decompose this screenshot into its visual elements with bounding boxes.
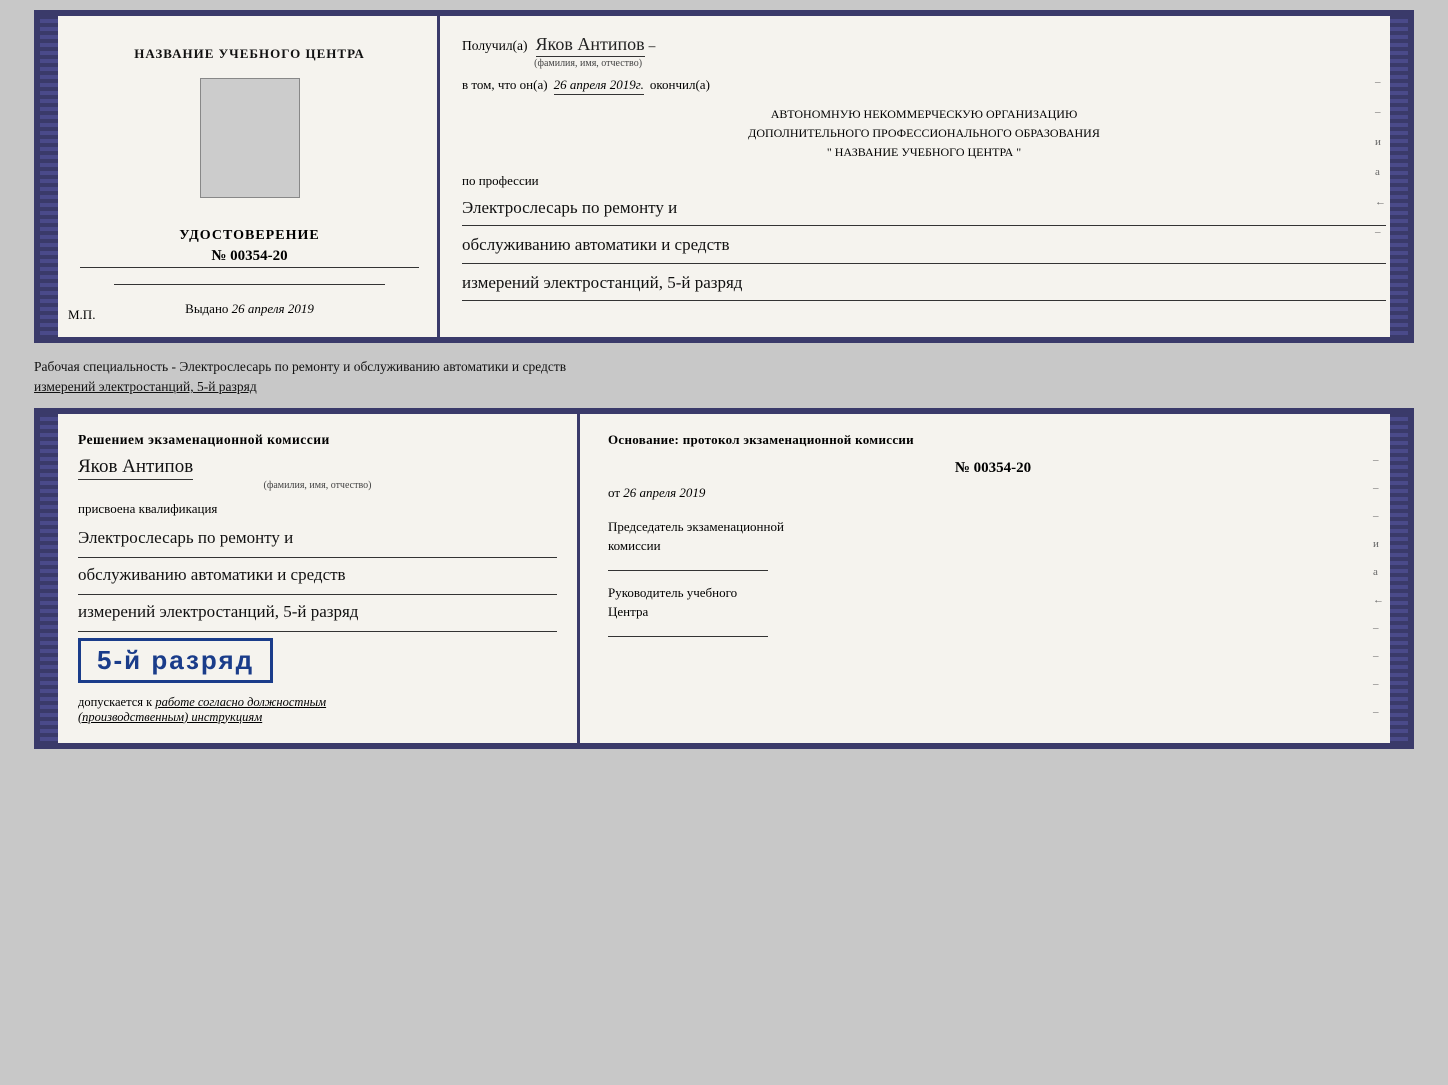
protocol-number: № 00354-20 bbox=[608, 460, 1378, 477]
predsedatel-signature-line bbox=[608, 570, 768, 571]
vtom-row: в том, что он(а) 26 апреля 2019г. окончи… bbox=[462, 77, 1386, 95]
profession-line2: обслуживанию автоматики и средств bbox=[462, 230, 1386, 264]
top-left-inner: НАЗВАНИЕ УЧЕБНОГО ЦЕНТРА УДОСТОВЕРЕНИЕ №… bbox=[58, 36, 419, 317]
dopuskaetsya-block: допускается к работе согласно должностны… bbox=[78, 695, 557, 725]
dash: – bbox=[649, 38, 656, 54]
middle-line1: Рабочая специальность - Электрослесарь п… bbox=[34, 359, 566, 374]
qual-line1: Электрослесарь по ремонту и bbox=[78, 521, 557, 558]
top-left-title: НАЗВАНИЕ УЧЕБНОГО ЦЕНТРА bbox=[80, 46, 419, 62]
protocol-date-value: 26 апреля 2019 bbox=[623, 485, 705, 500]
protocol-date: от 26 апреля 2019 bbox=[608, 485, 1378, 501]
dopuskaetsya-link: работе согласно должностным bbox=[155, 695, 326, 709]
po-professii-label: по профессии bbox=[462, 173, 1386, 189]
vydano-label: Выдано bbox=[185, 301, 228, 316]
middle-text: Рабочая специальность - Электрослесарь п… bbox=[34, 351, 1414, 400]
recipient-name: Яков Антипов bbox=[536, 34, 645, 57]
name-block: Яков Антипов (фамилия, имя, отчество) bbox=[532, 34, 645, 69]
vydano-row: Выдано 26 апреля 2019 bbox=[80, 301, 419, 317]
podpis-block: Председатель экзаменационной комиссии Ру… bbox=[608, 517, 1378, 637]
mp-label: М.П. bbox=[68, 307, 95, 323]
org-block: АВТОНОМНУЮ НЕКОММЕРЧЕСКУЮ ОРГАНИЗАЦИЮ ДО… bbox=[462, 105, 1386, 163]
udostoverenie-number: № 00354-20 bbox=[80, 248, 419, 268]
dopuskaetsya-suffix: (производственным) инструкциям bbox=[78, 710, 262, 724]
photo-placeholder bbox=[200, 78, 300, 198]
okonchil-label: окончил(а) bbox=[650, 77, 710, 93]
qual-line2: обслуживанию автоматики и средств bbox=[78, 558, 557, 595]
bottom-fio-sub: (фамилия, имя, отчество) bbox=[78, 480, 557, 491]
bottom-name-block: Яков Антипов (фамилия, имя, отчество) bbox=[78, 456, 557, 491]
predsedatel-line1: Председатель экзаменационной bbox=[608, 519, 784, 534]
poluchil-row: Получил(а) Яков Антипов (фамилия, имя, о… bbox=[462, 34, 1386, 69]
profession-block: Электрослесарь по ремонту и обслуживанию… bbox=[462, 193, 1386, 302]
rukovoditel-role: Руководитель учебного Центра bbox=[608, 583, 1378, 622]
vtom-date: 26 апреля 2019г. bbox=[554, 77, 644, 95]
top-right-panel: Получил(а) Яков Антипов (фамилия, имя, о… bbox=[440, 16, 1408, 337]
org-line2: ДОПОЛНИТЕЛЬНОГО ПРОФЕССИОНАЛЬНОГО ОБРАЗО… bbox=[462, 124, 1386, 143]
udostoverenie-block: УДОСТОВЕРЕНИЕ № 00354-20 bbox=[80, 228, 419, 268]
udostoverenie-label: УДОСТОВЕРЕНИЕ bbox=[80, 228, 419, 244]
rukovoditel-line1: Руководитель учебного bbox=[608, 585, 737, 600]
ot-label: от bbox=[608, 485, 620, 500]
fio-sublabel: (фамилия, имя, отчество) bbox=[532, 58, 645, 69]
razryad-badge: 5-й разряд bbox=[78, 638, 273, 683]
bottom-recipient-name: Яков Антипов bbox=[78, 456, 193, 480]
separator-line bbox=[114, 284, 385, 285]
rukovoditel-signature-line bbox=[608, 636, 768, 637]
bottom-right-side-marks: – – – и а ← – – – – bbox=[1373, 454, 1384, 718]
bottom-left-panel: Решением экзаменационной комиссии Яков А… bbox=[40, 414, 580, 743]
predsedatel-role: Председатель экзаменационной комиссии bbox=[608, 517, 1378, 556]
qualification-block: Электрослесарь по ремонту и обслуживанию… bbox=[78, 521, 557, 632]
right-side-marks: – – и а ← – bbox=[1375, 76, 1386, 238]
dopuskaetsya-prefix: допускается к bbox=[78, 695, 152, 709]
org-line1: АВТОНОМНУЮ НЕКОММЕРЧЕСКУЮ ОРГАНИЗАЦИЮ bbox=[462, 105, 1386, 124]
bottom-document-pair: Решением экзаменационной комиссии Яков А… bbox=[34, 408, 1414, 749]
predsedatel-line2: комиссии bbox=[608, 538, 661, 553]
rukovoditel-line2: Центра bbox=[608, 604, 648, 619]
osnovanie-text: Основание: протокол экзаменационной коми… bbox=[608, 432, 1378, 448]
top-document-pair: НАЗВАНИЕ УЧЕБНОГО ЦЕНТРА УДОСТОВЕРЕНИЕ №… bbox=[34, 10, 1414, 343]
bottom-right-panel: Основание: протокол экзаменационной коми… bbox=[580, 414, 1408, 743]
prisvoena-label: присвоена квалификация bbox=[78, 501, 557, 517]
vydano-date: 26 апреля 2019 bbox=[232, 301, 314, 316]
resheniem-text: Решением экзаменационной комиссии bbox=[78, 432, 557, 448]
qual-line3: измерений электростанций, 5-й разряд bbox=[78, 595, 557, 632]
profession-line1: Электрослесарь по ремонту и bbox=[462, 193, 1386, 227]
profession-line3: измерений электростанций, 5-й разряд bbox=[462, 268, 1386, 302]
poluchil-label: Получил(а) bbox=[462, 38, 528, 54]
vtom-label: в том, что он(а) bbox=[462, 77, 548, 93]
top-left-panel: НАЗВАНИЕ УЧЕБНОГО ЦЕНТРА УДОСТОВЕРЕНИЕ №… bbox=[40, 16, 440, 337]
middle-line2: измерений электростанций, 5-й разряд bbox=[34, 379, 257, 394]
org-line3: " НАЗВАНИЕ УЧЕБНОГО ЦЕНТРА " bbox=[462, 143, 1386, 162]
